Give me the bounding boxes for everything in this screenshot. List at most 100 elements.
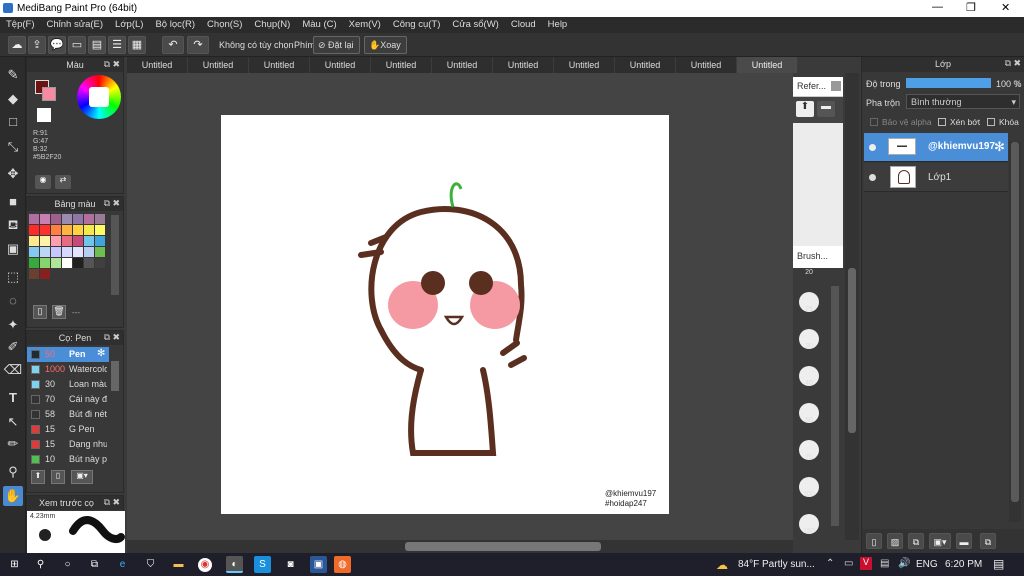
menu-capture[interactable]: Chụp(N)	[248, 17, 296, 30]
close-icon[interactable]: ✖	[112, 198, 120, 209]
brush-item[interactable]: 15 Dạng như	[27, 437, 109, 452]
hand-tool-icon[interactable]: ✋	[3, 486, 23, 506]
edge-icon[interactable]: e	[114, 556, 131, 573]
brush-item[interactable]: 30 Loan màu	[27, 377, 109, 392]
palette-swatch[interactable]	[40, 236, 50, 246]
palette-swatch[interactable]	[95, 247, 105, 257]
brush-menu-icon[interactable]: ▣▾	[71, 470, 93, 484]
palette-swatch[interactable]	[62, 236, 72, 246]
palette-swatch[interactable]	[95, 225, 105, 235]
skype-icon[interactable]: S	[254, 556, 271, 573]
select-tool-icon[interactable]: ⬚	[3, 267, 23, 287]
palette-swatch[interactable]	[84, 214, 94, 224]
palette-swatch[interactable]	[84, 236, 94, 246]
tab-untitled[interactable]: Untitled	[554, 57, 615, 73]
palette-swatch[interactable]	[29, 258, 39, 268]
eyedropper-tool-icon[interactable]: ✏	[3, 434, 23, 454]
brush-item[interactable]: 1000Watercolor	[27, 362, 109, 377]
brush-scrollbar[interactable]	[111, 361, 119, 391]
palette-swatch[interactable]	[29, 214, 39, 224]
transparent-swatch[interactable]	[37, 108, 51, 122]
restore-button[interactable]: ❐	[966, 1, 976, 14]
close-icon[interactable]	[831, 81, 841, 91]
select-pen-tool-icon[interactable]: ✐	[3, 337, 23, 357]
close-icon[interactable]: ✖	[112, 59, 120, 70]
tray-app-icon[interactable]: V	[860, 557, 872, 570]
camera-icon[interactable]: ◙	[282, 556, 299, 573]
palette-swatch[interactable]	[51, 247, 61, 257]
palette-swatch[interactable]	[40, 258, 50, 268]
new-layer-icon[interactable]: ▯	[866, 533, 882, 549]
clock[interactable]: 6:20 PM	[945, 559, 982, 570]
language-indicator[interactable]: ENG	[916, 559, 938, 570]
menu-tools[interactable]: Công cụ(T)	[387, 17, 447, 30]
windows-start-icon[interactable]: ⊞	[6, 556, 23, 573]
new-palette-icon[interactable]: ▯	[33, 305, 47, 319]
palette-swatch[interactable]	[40, 225, 50, 235]
palette-swatch[interactable]	[40, 214, 50, 224]
palette-swatch[interactable]	[51, 214, 61, 224]
menu-file[interactable]: Tệp(F)	[0, 17, 41, 30]
menu-filter[interactable]: Bộ lọc(R)	[149, 17, 201, 30]
eraser-tool-icon[interactable]: ◆	[3, 89, 23, 109]
cloud-icon[interactable]: ☁	[8, 36, 26, 54]
reset-button[interactable]: ⊘ Đặt lại	[313, 36, 360, 54]
brush-size-label[interactable]: 70	[793, 454, 825, 461]
palette-swatch[interactable]	[84, 258, 94, 268]
export-icon[interactable]: ⇪	[28, 36, 46, 54]
menu-help[interactable]: Help	[542, 17, 574, 30]
popout-icon[interactable]: ⧉	[1005, 58, 1011, 69]
palette-scrollbar[interactable]	[111, 215, 119, 295]
document-icon[interactable]: ▤	[88, 36, 106, 54]
search-icon[interactable]: ⚲	[32, 556, 49, 573]
palette-swatch[interactable]	[95, 214, 105, 224]
brush-size-label[interactable]: 20	[793, 269, 825, 276]
add-brush-icon[interactable]: ⬆	[31, 470, 45, 484]
tab-untitled[interactable]: Untitled	[188, 57, 249, 73]
menu-view[interactable]: Xem(V)	[343, 17, 387, 30]
palette-swatch[interactable]	[62, 225, 72, 235]
merge-layer-icon[interactable]: ⧉	[980, 533, 996, 549]
layer-row-selected[interactable]: ▬▬ @khiemvu197 ✻	[864, 133, 1008, 162]
chevron-up-icon[interactable]: ⌃	[826, 558, 834, 569]
horizontal-scroll-thumb[interactable]	[405, 542, 601, 551]
palette-swatch[interactable]	[73, 225, 83, 235]
palette-swatch[interactable]	[73, 247, 83, 257]
tab-untitled[interactable]: Untitled	[615, 57, 676, 73]
tab-untitled[interactable]: Untitled	[493, 57, 554, 73]
palette-swatch[interactable]	[62, 247, 72, 257]
palette-swatch[interactable]	[73, 258, 83, 268]
brush-tool-icon[interactable]: ✎	[3, 65, 23, 85]
menu-layer[interactable]: Lớp(L)	[109, 17, 149, 30]
lock-checkbox[interactable]	[987, 118, 995, 126]
palette-swatch[interactable]	[40, 247, 50, 257]
vertical-scroll-thumb[interactable]	[848, 268, 856, 433]
palette-icon[interactable]: ◉	[35, 175, 51, 189]
protect-alpha-checkbox[interactable]	[870, 118, 878, 126]
chrome-icon[interactable]: ◉	[198, 558, 212, 572]
brush-size-label[interactable]: 40	[793, 380, 825, 387]
drawing-canvas[interactable]: @khiemvu197 #hoidap247	[221, 115, 669, 514]
brush-size-label[interactable]: 150	[793, 528, 825, 535]
close-icon[interactable]: ✖	[1013, 58, 1021, 69]
brush-item[interactable]: 70 Cái này đó	[27, 392, 109, 407]
brush-size-scrollbar[interactable]	[831, 286, 839, 526]
popout-icon[interactable]: ⧉	[104, 332, 110, 343]
swap-icon[interactable]: ⇄	[55, 175, 71, 189]
cortana-icon[interactable]: ○	[59, 556, 76, 573]
tab-untitled[interactable]: Untitled	[737, 57, 798, 73]
grid-icon[interactable]: ▦	[128, 36, 146, 54]
weather-text[interactable]: 84°F Partly sun...	[738, 559, 815, 570]
brush-item[interactable]: 10 Bút này p	[27, 452, 109, 467]
move-tool-icon[interactable]: ✥	[3, 164, 23, 184]
text-tool-icon[interactable]: T	[3, 388, 23, 408]
menu-select[interactable]: Chọn(S)	[201, 17, 248, 30]
opacity-arrows-icon[interactable]: ⇅	[1014, 79, 1022, 90]
dropper-tool-icon[interactable]: ⚲	[3, 462, 23, 482]
vertical-scrollbar[interactable]	[845, 73, 859, 540]
weather-icon[interactable]: ☁	[716, 558, 728, 572]
brush-size-label[interactable]: 25	[793, 306, 825, 313]
brush-item[interactable]: 58 Bút đi nét	[27, 407, 109, 422]
zalo-icon[interactable]: ◍	[334, 556, 351, 573]
fill-rect-tool-icon[interactable]: ■	[3, 192, 23, 212]
